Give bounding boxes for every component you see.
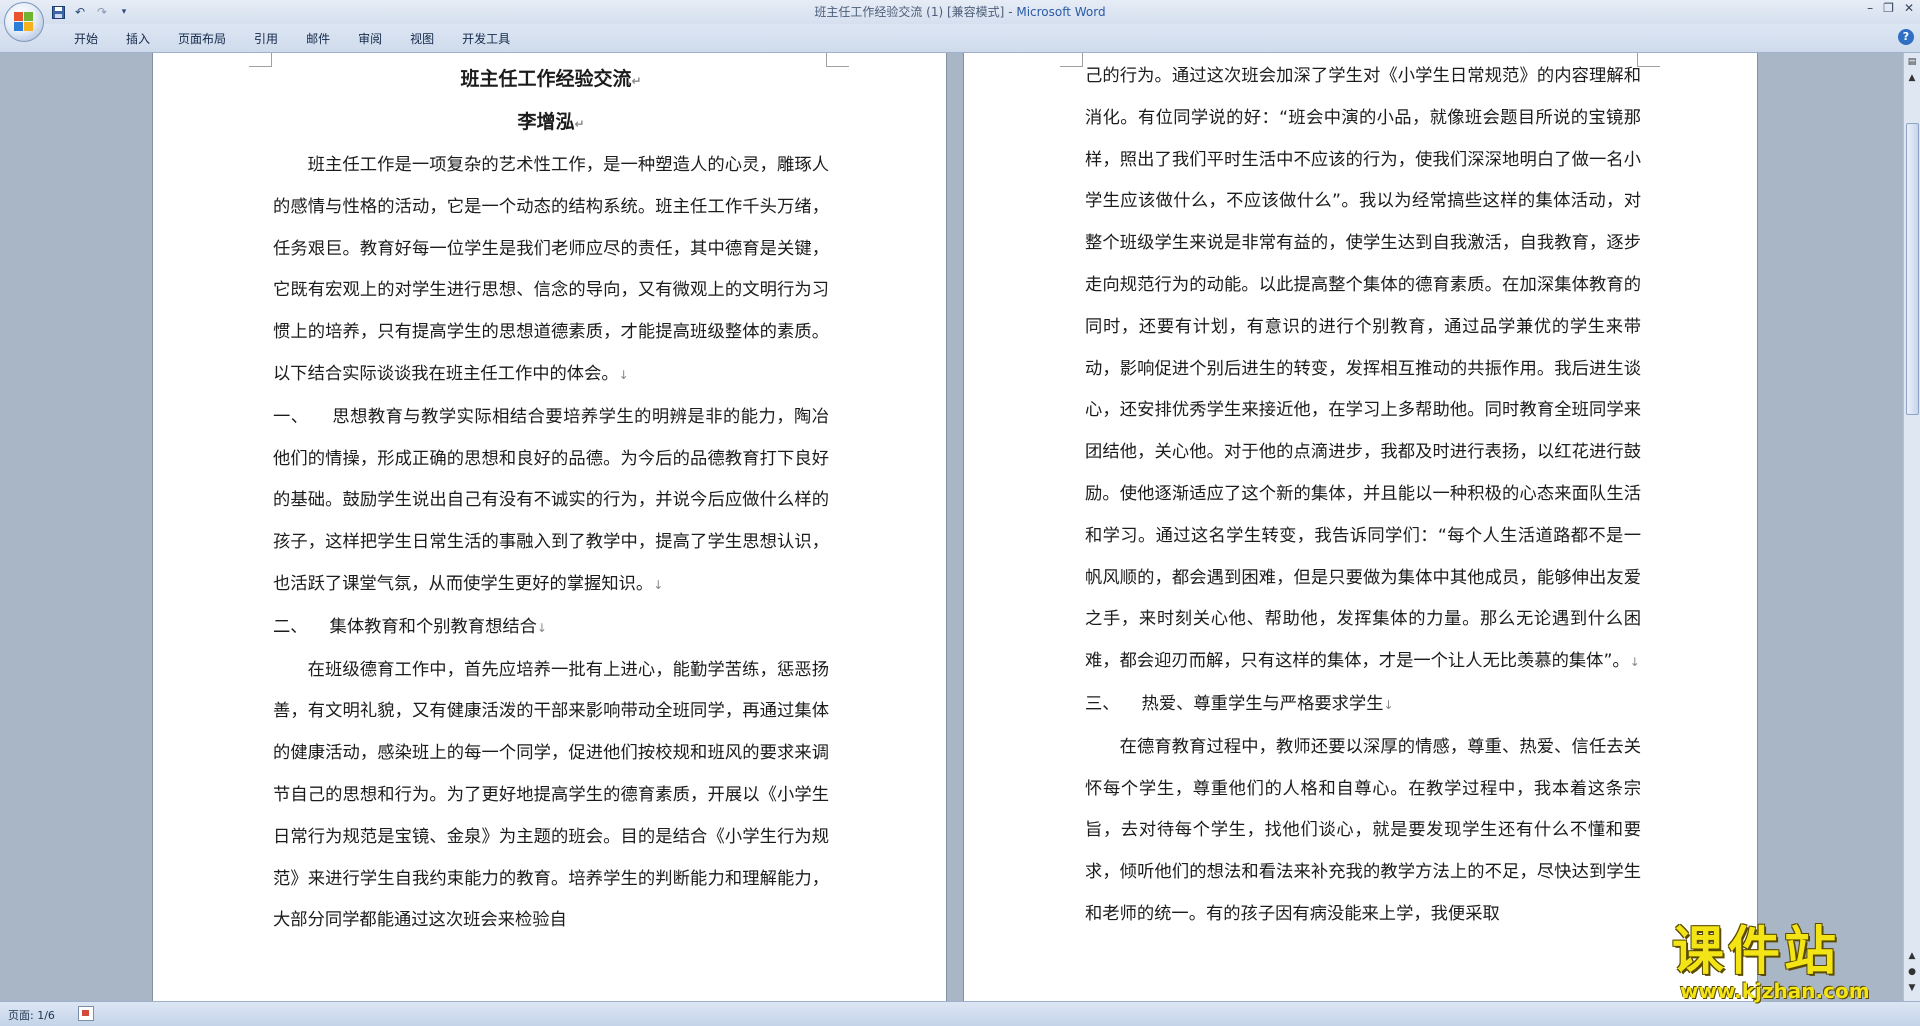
section-heading-1: 一、 思想教育与教学实际相结合要培养学生的明辨是非的能力，陶冶他们的情操，形成正… (273, 406, 829, 594)
select-browse-object-icon[interactable]: ● (1905, 965, 1919, 979)
crop-mark (826, 53, 849, 67)
page-indicator[interactable]: 页面: 1/6 (8, 1007, 55, 1023)
tab-home[interactable]: 开始 (60, 30, 112, 48)
close-button[interactable]: ✕ (1904, 1, 1914, 15)
page-1-text: 班主任工作经验交流↵ 李增泓↵ 班主任工作是一项复杂的艺术性工作，是一种塑造人的… (273, 59, 829, 942)
status-bar: 页面: 1/6 (0, 1001, 1920, 1026)
window-title: 班主任工作经验交流 (1) [兼容模式] - Microsoft Word (814, 5, 1106, 19)
section-heading-3: 三、 热爱、尊重学生与严格要求学生↓ (1085, 693, 1394, 714)
ruler-toggle-icon[interactable]: ▤ (1905, 55, 1919, 69)
paragraph: 在班级德育工作中，首先应培养一批有上进心，能勤学苦练，惩恶扬善，有文明礼貌，又有… (273, 659, 829, 931)
section-heading-2: 二、 集体教育和个别教育想结合↓ (273, 616, 547, 637)
watermark-url: www.kjzhan.com (1680, 979, 1870, 1003)
previous-page-icon[interactable]: ▲ (1905, 949, 1919, 963)
page-2-text: 己的行为。通过这次班会加深了学生对《小学生日常规范》的内容理解和消化。有位同学说… (1085, 56, 1641, 936)
office-button[interactable] (4, 2, 44, 42)
tab-page-layout[interactable]: 页面布局 (164, 30, 240, 48)
crop-mark (249, 53, 272, 67)
paragraph: 班主任工作是一项复杂的艺术性工作，是一种塑造人的心灵，雕琢人的感情与性格的活动，… (273, 155, 829, 384)
help-icon[interactable]: ? (1898, 29, 1914, 45)
document-page-2[interactable]: 己的行为。通过这次班会加深了学生对《小学生日常规范》的内容理解和消化。有位同学说… (963, 53, 1758, 1001)
title-bar: ↶ ↷ ▾ 班主任工作经验交流 (1) [兼容模式] - Microsoft W… (0, 0, 1920, 42)
tab-mailings[interactable]: 邮件 (292, 30, 344, 48)
next-page-icon[interactable]: ▼ (1905, 981, 1919, 995)
document-author: 李增泓↵ (517, 111, 585, 133)
tab-developer[interactable]: 开发工具 (448, 30, 524, 48)
tab-review[interactable]: 审阅 (344, 30, 396, 48)
office-logo-icon (14, 12, 34, 32)
tab-references[interactable]: 引用 (240, 30, 292, 48)
ribbon-tab-bar: 开始 插入 页面布局 引用 邮件 审阅 视图 开发工具 ? (0, 24, 1920, 53)
minimize-button[interactable]: – (1867, 1, 1873, 15)
tab-insert[interactable]: 插入 (112, 30, 164, 48)
document-title-heading: 班主任工作经验交流↵ (460, 68, 642, 90)
restore-button[interactable]: ❐ (1883, 1, 1894, 15)
scrollbar-thumb[interactable] (1906, 123, 1919, 415)
document-title: 班主任工作经验交流 (1) [兼容模式] (814, 5, 1005, 19)
proofing-icon[interactable] (78, 1006, 94, 1021)
vertical-scrollbar[interactable]: ▤ ▲ ▲ ● ▼ (1903, 53, 1920, 1001)
site-watermark: 课件站 www.kjzhan.com (1672, 922, 1902, 1003)
watermark-main-text: 课件站 (1672, 922, 1841, 982)
crop-mark (1060, 53, 1083, 67)
paragraph: 己的行为。通过这次班会加深了学生对《小学生日常规范》的内容理解和消化。有位同学说… (1085, 66, 1641, 672)
scroll-up-icon[interactable]: ▲ (1905, 71, 1919, 85)
document-area: 班主任工作经验交流↵ 李增泓↵ 班主任工作是一项复杂的艺术性工作，是一种塑造人的… (0, 53, 1904, 1001)
window-controls: – ❐ ✕ (1867, 1, 1914, 15)
paragraph: 在德育教育过程中，教师还要以深厚的情感，尊重、热爱、信任去关怀每个学生，尊重他们… (1085, 736, 1641, 924)
app-name: Microsoft Word (1016, 5, 1106, 19)
document-page-1[interactable]: 班主任工作经验交流↵ 李增泓↵ 班主任工作是一项复杂的艺术性工作，是一种塑造人的… (152, 53, 947, 1001)
tab-view[interactable]: 视图 (396, 30, 448, 48)
